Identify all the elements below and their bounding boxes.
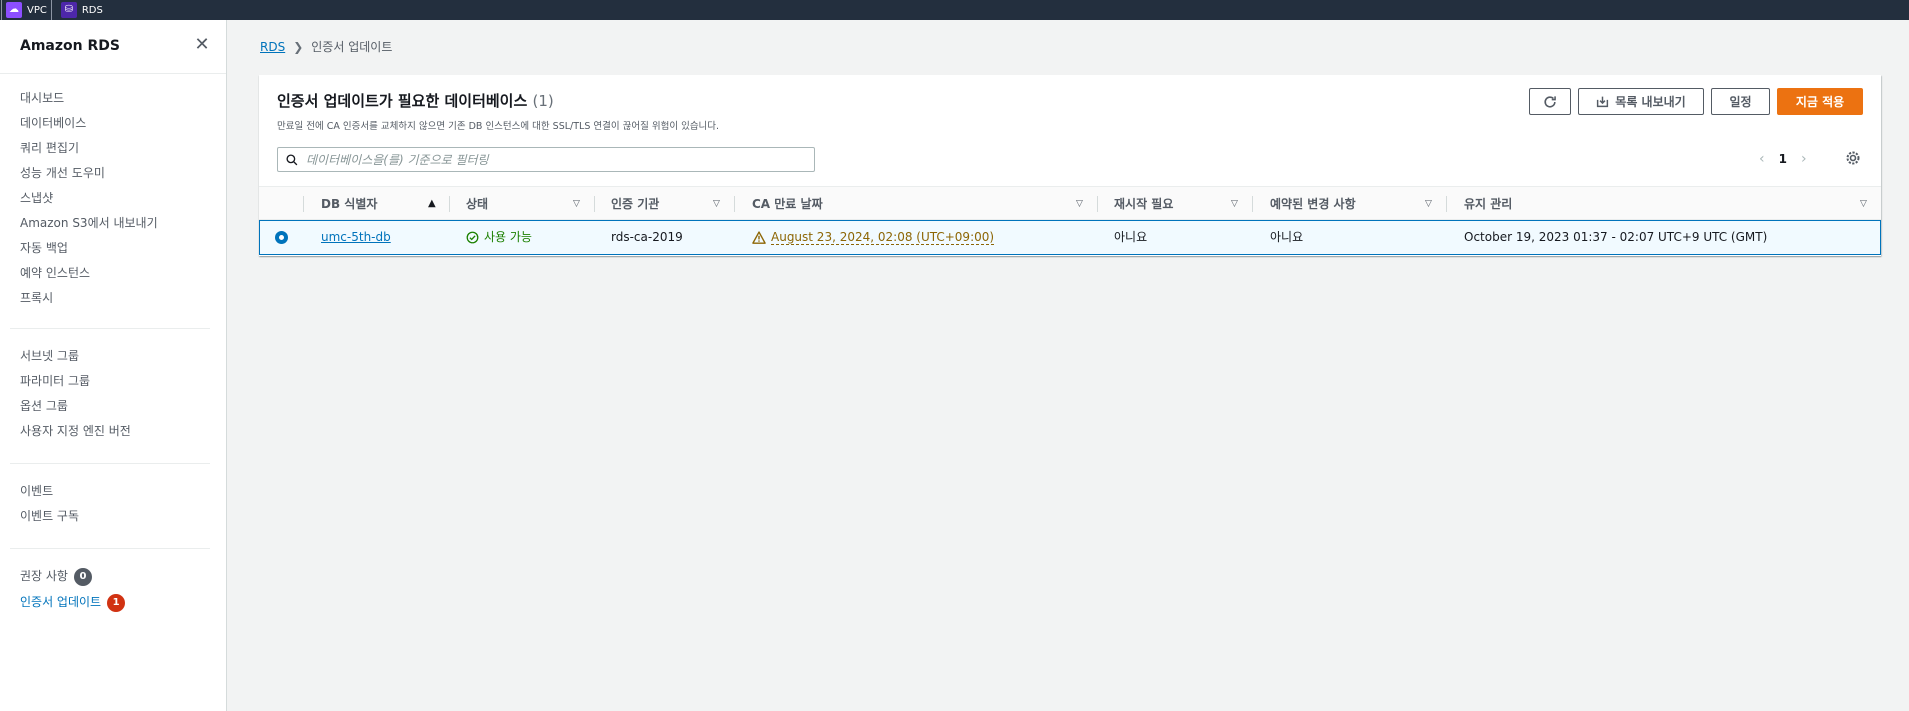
sidebar-item-recommendations[interactable]: 권장 사항 0 [20, 564, 125, 589]
cell-ca: rds-ca-2019 [611, 230, 683, 244]
panel-description: 만료일 전에 CA 인증서를 교체하지 않으면 기존 DB 인스턴스에 대한 S… [277, 121, 720, 132]
column-header-restart[interactable]: 재시작 필요 [1114, 187, 1173, 221]
column-separator [594, 196, 595, 212]
breadcrumb: RDS ❯ 인증서 업데이트 [260, 38, 392, 55]
refresh-button[interactable] [1529, 88, 1571, 115]
nav-group-main: 대시보드 데이터베이스 쿼리 편집기 성능 개선 도우미 스냅샷 Amazon … [20, 86, 158, 311]
check-circle-icon [466, 231, 479, 244]
schedule-button[interactable]: 일정 [1711, 88, 1770, 115]
cell-status: 사용 가능 [466, 221, 532, 254]
sort-icon[interactable]: ▽ [713, 187, 720, 221]
nav-group-config: 서브넷 그룹 파라미터 그룹 옵션 그룹 사용자 지정 엔진 버전 [20, 344, 131, 444]
service-label: RDS [81, 4, 103, 16]
pagination: ‹ 1 › [1759, 151, 1807, 167]
chevron-right-icon: ❯ [293, 39, 304, 54]
sort-icon[interactable]: ▽ [1231, 187, 1238, 221]
vpc-icon: ☁ [6, 2, 22, 18]
cell-db-id: umc-5th-db [321, 221, 391, 254]
sidebar-item-proxies[interactable]: 프록시 [20, 286, 158, 311]
db-identifier-link[interactable]: umc-5th-db [321, 221, 391, 254]
export-icon [1597, 96, 1609, 108]
sort-icon[interactable]: ▽ [1076, 187, 1083, 221]
gear-icon[interactable] [1844, 149, 1862, 167]
sort-icon[interactable]: ▽ [1425, 187, 1432, 221]
panel-title-text: 인증서 업데이트가 필요한 데이터베이스 [277, 92, 528, 110]
table-header: DB 식별자 ▲ 상태 ▽ 인증 기관 ▽ CA 만료 날짜 ▽ 재시작 필요 … [259, 186, 1881, 220]
filter-search-box [277, 147, 815, 172]
column-header-pending[interactable]: 예약된 변경 사항 [1270, 187, 1356, 221]
cell-maintenance: October 19, 2023 01:37 - 02:07 UTC+9 UTC… [1464, 230, 1768, 244]
sidebar-item-option-groups[interactable]: 옵션 그룹 [20, 394, 131, 419]
sidebar-item-custom-engine-versions[interactable]: 사용자 지정 엔진 버전 [20, 419, 131, 444]
search-icon [286, 153, 298, 165]
filter-input[interactable] [306, 152, 786, 167]
sort-icon[interactable]: ▽ [1860, 187, 1867, 221]
divider [10, 463, 210, 464]
column-header-db-id[interactable]: DB 식별자 [321, 187, 377, 221]
divider [10, 328, 210, 329]
apply-now-button[interactable]: 지금 적용 [1777, 88, 1863, 115]
count-badge: 0 [73, 567, 92, 586]
cell-pending: 아니요 [1270, 230, 1304, 244]
chevron-right-icon[interactable]: › [1801, 151, 1807, 167]
sidebar-item-events[interactable]: 이벤트 [20, 479, 79, 504]
column-separator [1252, 196, 1253, 212]
cell-ca-expiry: August 23, 2024, 02:08 (UTC+09:00) [752, 221, 995, 254]
sidebar-item-snapshots[interactable]: 스냅샷 [20, 186, 158, 211]
sidebar-item-performance-insights[interactable]: 성능 개선 도우미 [20, 161, 158, 186]
column-separator [303, 196, 304, 212]
count-badge: 1 [107, 593, 126, 612]
sidebar-item-reserved-instances[interactable]: 예약 인스턴스 [20, 261, 158, 286]
sidebar-item-event-subscriptions[interactable]: 이벤트 구독 [20, 504, 79, 529]
nav-group-events: 이벤트 이벤트 구독 [20, 479, 79, 529]
sidebar-item-subnet-groups[interactable]: 서브넷 그룹 [20, 344, 131, 369]
sidebar-item-label: 인증서 업데이트 [20, 595, 102, 609]
panel-title-count: (1) [532, 92, 554, 110]
nav-group-recommendations: 권장 사항 0 인증서 업데이트 1 [20, 564, 126, 615]
service-shortcut-vpc[interactable]: ☁ VPC [1, 0, 52, 21]
sidebar-item-certificate-update[interactable]: 인증서 업데이트 1 [20, 590, 126, 615]
sidebar-item-parameter-groups[interactable]: 파라미터 그룹 [20, 369, 131, 394]
close-icon[interactable]: ✕ [193, 36, 211, 54]
service-label: VPC [27, 4, 47, 16]
sidebar-item-databases[interactable]: 데이터베이스 [20, 111, 158, 136]
status-text: 사용 가능 [484, 230, 532, 244]
column-separator [449, 196, 450, 212]
breadcrumb-link-rds[interactable]: RDS [260, 40, 285, 54]
column-header-ca-expiry[interactable]: CA 만료 날짜 [752, 187, 823, 221]
rds-icon: ⛁ [60, 2, 77, 18]
refresh-icon [1544, 95, 1556, 108]
export-list-button[interactable]: 목록 내보내기 [1578, 88, 1704, 115]
sidebar-item-s3-exports[interactable]: Amazon S3에서 내보내기 [20, 211, 158, 236]
panel-title: 인증서 업데이트가 필요한 데이터베이스 (1) [277, 90, 554, 111]
service-shortcut-rds[interactable]: ⛁ RDS [57, 0, 107, 20]
export-label: 목록 내보내기 [1615, 95, 1686, 109]
current-page[interactable]: 1 [1779, 152, 1787, 166]
sidebar-title: Amazon RDS [20, 38, 120, 54]
breadcrumb-current: 인증서 업데이트 [311, 40, 393, 54]
column-separator [1446, 196, 1447, 212]
column-separator [734, 196, 735, 212]
cell-restart: 아니요 [1114, 230, 1148, 244]
top-bar: ☁ VPC ⛁ RDS [0, 0, 1909, 21]
divider [10, 548, 210, 549]
divider [0, 73, 226, 74]
chevron-left-icon[interactable]: ‹ [1759, 151, 1765, 167]
column-header-ca[interactable]: 인증 기관 [611, 187, 659, 221]
sort-ascending-icon[interactable]: ▲ [428, 187, 436, 221]
column-separator [1097, 196, 1098, 212]
column-header-status[interactable]: 상태 [466, 187, 488, 221]
certificate-update-panel: 인증서 업데이트가 필요한 데이터베이스 (1) 만료일 전에 CA 인증서를 … [259, 75, 1881, 256]
sidebar-item-label: 권장 사항 [20, 569, 68, 583]
column-header-maintenance[interactable]: 유지 관리 [1464, 187, 1512, 221]
table-row[interactable]: umc-5th-db 사용 가능 rds-ca-2019 August 23, … [259, 220, 1881, 255]
warning-icon [752, 231, 766, 244]
ca-expiry-text[interactable]: August 23, 2024, 02:08 (UTC+09:00) [771, 230, 995, 245]
sidebar: Amazon RDS ✕ 대시보드 데이터베이스 쿼리 편집기 성능 개선 도우… [0, 20, 227, 711]
sidebar-item-automated-backups[interactable]: 자동 백업 [20, 236, 158, 261]
sort-icon[interactable]: ▽ [573, 187, 580, 221]
row-select-radio[interactable] [275, 231, 288, 244]
sidebar-item-query-editor[interactable]: 쿼리 편집기 [20, 136, 158, 161]
sidebar-item-dashboard[interactable]: 대시보드 [20, 86, 158, 111]
